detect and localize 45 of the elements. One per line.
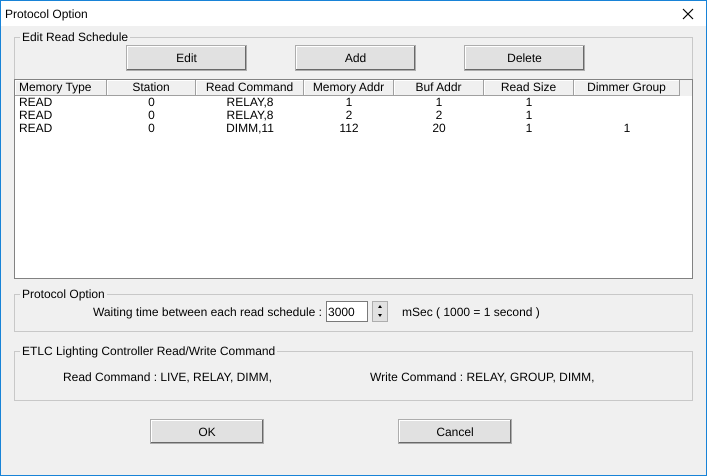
table-cell: 0 (148, 108, 155, 122)
table-cell: READ (19, 108, 52, 122)
column-header[interactable]: Memory Type (15, 80, 107, 96)
table-cell: 1 (526, 108, 532, 122)
spin-buttons[interactable] (372, 301, 388, 322)
action-button[interactable]: Edit (126, 45, 247, 71)
column-header[interactable]: Station (107, 80, 196, 96)
table-cell: RELAY,8 (226, 108, 274, 122)
table-cell: 0 (148, 95, 155, 109)
column-header[interactable]: Dimmer Group (574, 80, 680, 96)
table-row[interactable]: READ 0 DIMM,11 112 20 1 1 (15, 122, 692, 135)
group-title: ETLC Lighting Controller Read/Write Command (21, 344, 276, 358)
table-cell: 0 (148, 121, 155, 135)
table-cell: 1 (526, 121, 532, 135)
table-cell: READ (19, 95, 52, 109)
table-cell: 20 (432, 121, 446, 135)
read-command-text: Read Command : LIVE, RELAY, DIMM, (63, 369, 273, 386)
action-button[interactable]: Delete (464, 45, 585, 71)
table-cell: 112 (339, 121, 359, 135)
field-label: Waiting time between each read schedule : (93, 304, 322, 320)
column-header[interactable]: Read Command (196, 80, 304, 96)
table-row[interactable]: READ 0 RELAY,8 2 2 1 (15, 109, 692, 122)
table-cell: DIMM,11 (226, 121, 274, 135)
table-cell: RELAY,8 (226, 95, 274, 109)
table-cell: 1 (526, 95, 532, 109)
table-cell: READ (19, 121, 52, 135)
column-header[interactable]: Read Size (484, 80, 574, 96)
group-title: Edit Read Schedule (21, 30, 130, 44)
table-cell: 2 (436, 108, 442, 122)
table-row[interactable]: READ 0 RELAY,8 1 1 1 (15, 96, 692, 109)
table-cell: 2 (346, 108, 352, 122)
unit-label: mSec ( 1000 = 1 second ) (402, 304, 540, 320)
dialog-button[interactable]: OK (150, 419, 264, 444)
window-title: Protocol Option (5, 6, 88, 22)
column-header[interactable]: Memory Addr (304, 80, 394, 96)
table-cell: 1 (346, 95, 352, 109)
interval-field[interactable]: 3000 (326, 301, 368, 322)
action-button[interactable]: Add (295, 45, 416, 71)
column-header[interactable]: Buf Addr (394, 80, 484, 96)
group-title: Protocol Option (21, 287, 106, 301)
close-icon (682, 8, 694, 20)
table-cell: 1 (624, 121, 630, 135)
write-command-text: Write Command : RELAY, GROUP, DIMM, (370, 369, 595, 386)
dialog-button[interactable]: Cancel (398, 419, 512, 444)
table-cell: 1 (436, 95, 442, 109)
